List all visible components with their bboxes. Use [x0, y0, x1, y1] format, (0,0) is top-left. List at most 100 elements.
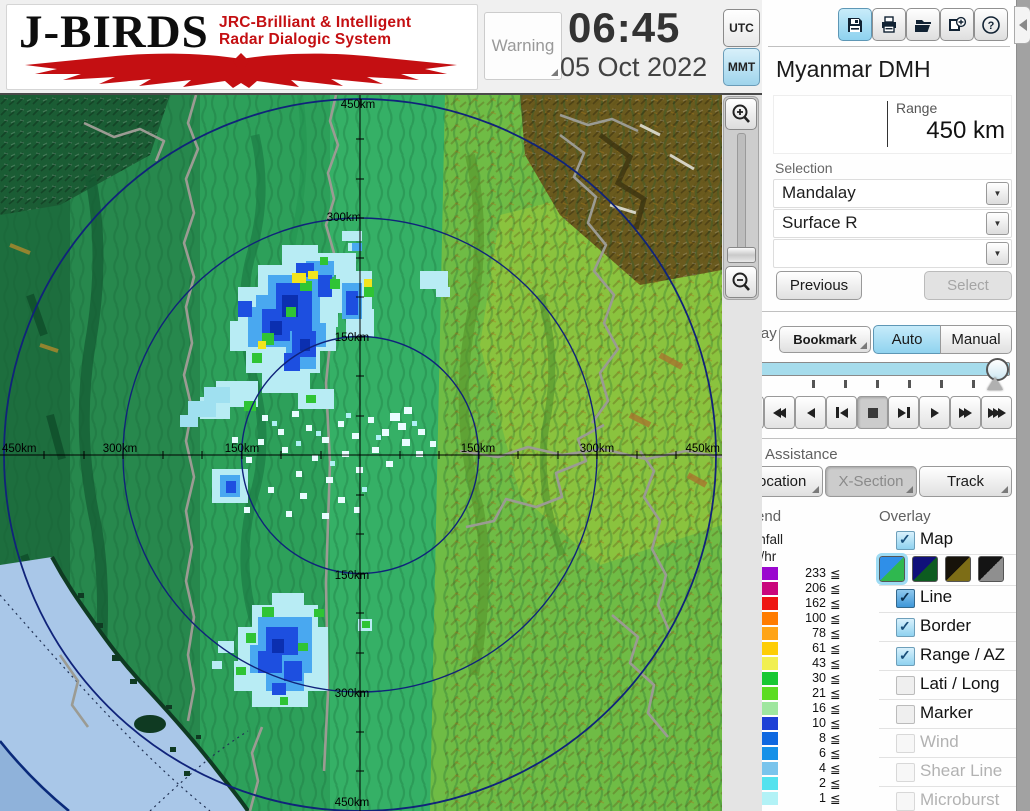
zoom-slider-thumb[interactable]: [727, 247, 756, 263]
extra-dropdown[interactable]: ▼: [773, 239, 1012, 268]
logo-title: J-BIRDS: [19, 6, 209, 58]
logo-subtitle: JRC-Brilliant & Intelligent Radar Dialog…: [219, 14, 412, 48]
print-button[interactable]: [872, 8, 906, 41]
zoom-in-button[interactable]: [725, 98, 757, 130]
utc-toggle-button[interactable]: UTC: [723, 9, 760, 47]
select-button[interactable]: Select: [924, 271, 1012, 300]
overlay-row-line[interactable]: ✓ Line: [879, 586, 1016, 613]
corner-handle-icon: [812, 486, 819, 493]
eagle-logo-icon: [25, 53, 457, 88]
add-image-button[interactable]: [940, 8, 974, 41]
slider-tick: [908, 380, 911, 388]
replay-auto-button[interactable]: Auto: [873, 325, 941, 354]
slider-end-marker[interactable]: [987, 377, 1003, 390]
save-icon: [848, 17, 862, 32]
divider: [887, 101, 888, 147]
map-style-row: [876, 553, 1016, 586]
replay-slider-track[interactable]: [740, 362, 1010, 376]
header-bar: J-BIRDS JRC-Brilliant & Intelligent Rada…: [0, 0, 762, 95]
corner-handle-icon: [860, 342, 867, 349]
svg-text:300km: 300km: [580, 443, 615, 455]
zoom-in-icon: [732, 104, 750, 123]
svg-text:450km: 450km: [685, 443, 720, 455]
corner-handle-icon: [1001, 486, 1008, 493]
help-icon: ?: [982, 15, 1000, 34]
bookmark-button[interactable]: Bookmark: [779, 326, 871, 353]
radar-map[interactable]: 450km 300km 150km 150km 300km 450km 450k…: [0, 94, 723, 811]
replay-manual-button[interactable]: Manual: [940, 325, 1012, 354]
map-style-swatch-1[interactable]: [876, 553, 908, 585]
overlay-row-shear-line: Shear Line: [879, 760, 1016, 787]
panel-edge-strip: [1016, 0, 1030, 811]
add-image-icon: [949, 16, 967, 31]
step-backward-icon: [835, 407, 839, 418]
save-button[interactable]: [838, 8, 872, 41]
chevron-down-icon[interactable]: ▼: [986, 212, 1009, 235]
play-backward-button[interactable]: [795, 396, 826, 429]
jbirds-window: J-BIRDS JRC-Brilliant & Intelligent Rada…: [0, 0, 1030, 811]
site-dropdown[interactable]: Mandalay ▼: [773, 179, 1012, 208]
slider-tick: [972, 380, 975, 388]
stop-button[interactable]: [857, 396, 888, 429]
svg-text:300km: 300km: [335, 688, 370, 700]
range-box: Range 450 km: [773, 95, 1012, 154]
step-backward-button[interactable]: [826, 396, 857, 429]
svg-text:450km: 450km: [341, 99, 376, 111]
corner-handle-icon: [551, 69, 558, 76]
skip-to-end-button[interactable]: [981, 396, 1012, 429]
range-value: 450 km: [926, 117, 1005, 144]
map-style-swatch-3[interactable]: [945, 556, 971, 582]
line-checkbox[interactable]: ✓: [896, 589, 915, 608]
product-dropdown[interactable]: Surface R ▼: [773, 209, 1012, 238]
x-section-button[interactable]: X-Section: [825, 466, 917, 497]
overlay-row-lati-long[interactable]: Lati / Long: [879, 673, 1016, 700]
map-gutter: [722, 95, 762, 811]
step-forward-icon: [897, 407, 906, 418]
marker-checkbox[interactable]: [896, 705, 915, 724]
selection-label: Selection: [775, 160, 833, 176]
overlay-row-border[interactable]: ✓ Border: [879, 615, 1016, 642]
divider: [762, 311, 1016, 312]
mmt-toggle-button[interactable]: MMT: [723, 48, 760, 86]
slider-tick: [812, 380, 815, 388]
zoom-out-button[interactable]: [725, 266, 757, 298]
map-style-swatch-2[interactable]: [912, 556, 938, 582]
chevron-down-icon[interactable]: ▼: [986, 182, 1009, 205]
play-forward-button[interactable]: [919, 396, 950, 429]
overlay-row-marker[interactable]: Marker: [879, 702, 1016, 729]
svg-text:450km: 450km: [335, 797, 370, 809]
overlay-row-microburst: Microburst: [879, 789, 1016, 811]
range-label: Range: [896, 100, 938, 116]
overlay-row-map[interactable]: ✓ Map: [879, 528, 1016, 555]
zoom-control: [723, 96, 759, 300]
site-title: Myanmar DMH: [776, 56, 931, 82]
step-forward-button[interactable]: [888, 396, 919, 429]
overlay-row-range-az[interactable]: ✓ Range / AZ: [879, 644, 1016, 671]
stop-icon: [867, 407, 878, 418]
clock-date: 05 Oct 2022: [560, 52, 708, 82]
play-forward-icon: [930, 407, 939, 418]
open-folder-button[interactable]: [906, 8, 940, 41]
open-folder-icon: [914, 19, 931, 32]
range-az-checkbox[interactable]: ✓: [896, 647, 915, 666]
overlay-label: Overlay: [879, 508, 931, 525]
collapse-left-arrow-icon: [1019, 19, 1027, 31]
chevron-down-icon[interactable]: ▼: [986, 242, 1009, 265]
track-button[interactable]: Track: [919, 466, 1012, 497]
border-checkbox[interactable]: ✓: [896, 618, 915, 637]
previous-button[interactable]: Previous: [776, 271, 862, 300]
svg-text:?: ?: [988, 20, 995, 32]
help-button[interactable]: ?: [974, 8, 1008, 41]
shear-line-checkbox: [896, 763, 915, 782]
lati-long-checkbox[interactable]: [896, 676, 915, 695]
svg-text:150km: 150km: [335, 332, 370, 344]
fast-rewind-button[interactable]: [764, 396, 795, 429]
warning-button[interactable]: Warning: [484, 12, 562, 80]
zoom-slider-track[interactable]: [737, 133, 746, 263]
fast-forward-button[interactable]: [950, 396, 981, 429]
map-checkbox[interactable]: ✓: [896, 531, 915, 550]
slider-tick: [876, 380, 879, 388]
panel-collapse-handle[interactable]: [1014, 6, 1030, 44]
map-style-swatch-4[interactable]: [978, 556, 1004, 582]
svg-text:450km: 450km: [2, 443, 37, 455]
